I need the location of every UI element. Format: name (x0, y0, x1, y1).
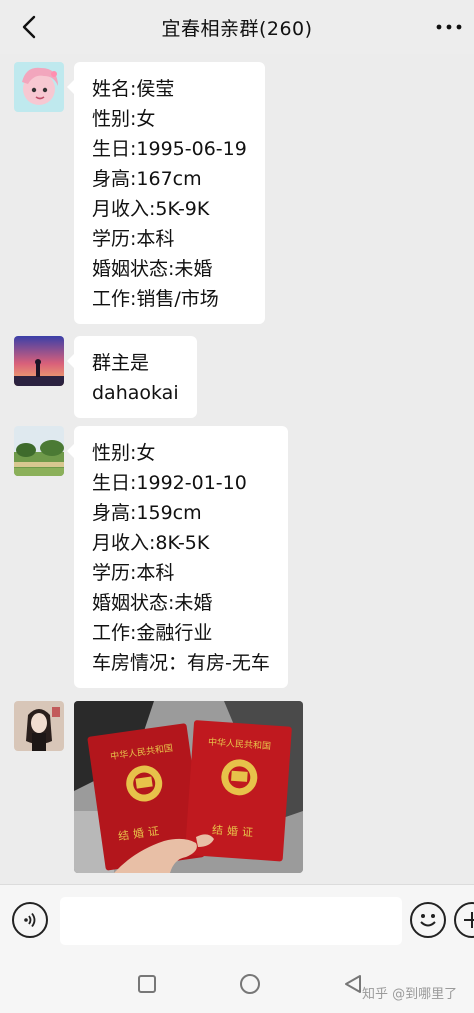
message-line: 学历:本科 (92, 228, 175, 250)
sunset-silhouette-avatar[interactable] (14, 336, 64, 386)
message-line: 生日:1992-01-10 (92, 472, 247, 494)
message-line: 月收入:5K-9K (92, 198, 210, 220)
emoji-button[interactable] (410, 902, 446, 938)
woman-drawing-avatar[interactable] (14, 701, 64, 751)
voice-button[interactable] (12, 902, 48, 938)
message-line: dahaokai (92, 382, 179, 404)
chat-message-list[interactable]: 姓名:侯莹 性别:女 生日:1995-06-19 身高:167cm 月收入:5K… (0, 54, 474, 884)
message-bubble[interactable]: 群主是 dahaokai (67, 336, 197, 418)
message-line: 身高:167cm (92, 168, 202, 190)
voice-icon (24, 912, 36, 928)
message-line: 群主是 (92, 352, 150, 374)
message-line: 姓名:侯莹 (92, 78, 175, 100)
message-line: 月收入:8K-5K (92, 532, 210, 554)
recent-apps-icon[interactable] (138, 975, 156, 993)
watermark-text: 知乎 @到哪里了 (362, 987, 458, 1002)
plus-button[interactable] (454, 902, 474, 938)
message-item: 中华人民共和国 中华人民共和国 结婚证 结婚证 (14, 701, 303, 873)
back-triangle-icon[interactable] (342, 973, 364, 995)
message-item: 群主是 dahaokai (14, 336, 197, 418)
park-landscape-avatar[interactable] (14, 426, 64, 476)
message-bubble[interactable]: 性别:女 生日:1992-01-10 身高:159cm 月收入:8K-5K 学历… (67, 426, 288, 688)
message-item: 姓名:侯莹 性别:女 生日:1995-06-19 身高:167cm 月收入:5K… (14, 62, 265, 324)
message-line: 性别:女 (92, 442, 156, 464)
chevron-left-icon (22, 15, 36, 39)
message-line: 学历:本科 (92, 562, 175, 584)
message-line: 婚姻状态:未婚 (92, 258, 213, 280)
message-line: 车房情况：有房-无车 (92, 652, 270, 674)
message-text-field[interactable] (60, 897, 402, 945)
message-item: 性别:女 生日:1992-01-10 身高:159cm 月收入:8K-5K 学历… (14, 426, 288, 688)
message-line: 工作:金融行业 (92, 622, 213, 644)
home-icon[interactable] (240, 974, 260, 994)
message-line: 性别:女 (92, 108, 156, 130)
back-button[interactable] (14, 12, 44, 42)
cert-title-right: 结婚证 (211, 823, 258, 840)
message-line: 生日:1995-06-19 (92, 138, 247, 160)
emoji-icon (420, 914, 436, 927)
plus-icon (464, 912, 474, 928)
message-line: 身高:159cm (92, 502, 202, 524)
chat-title: 宜春相亲群(260) (161, 17, 313, 40)
message-input-bar (0, 884, 474, 954)
more-dots-icon (436, 24, 462, 30)
anime-girl-avatar[interactable] (14, 62, 64, 112)
more-button[interactable] (434, 12, 464, 42)
message-line: 婚姻状态:未婚 (92, 592, 213, 614)
message-bubble[interactable]: 姓名:侯莹 性别:女 生日:1995-06-19 身高:167cm 月收入:5K… (67, 62, 265, 324)
message-line: 工作:销售/市场 (92, 288, 219, 310)
marriage-certificates-photo[interactable]: 中华人民共和国 中华人民共和国 结婚证 结婚证 (74, 701, 303, 873)
chat-header: 宜春相亲群(260) (0, 0, 474, 54)
